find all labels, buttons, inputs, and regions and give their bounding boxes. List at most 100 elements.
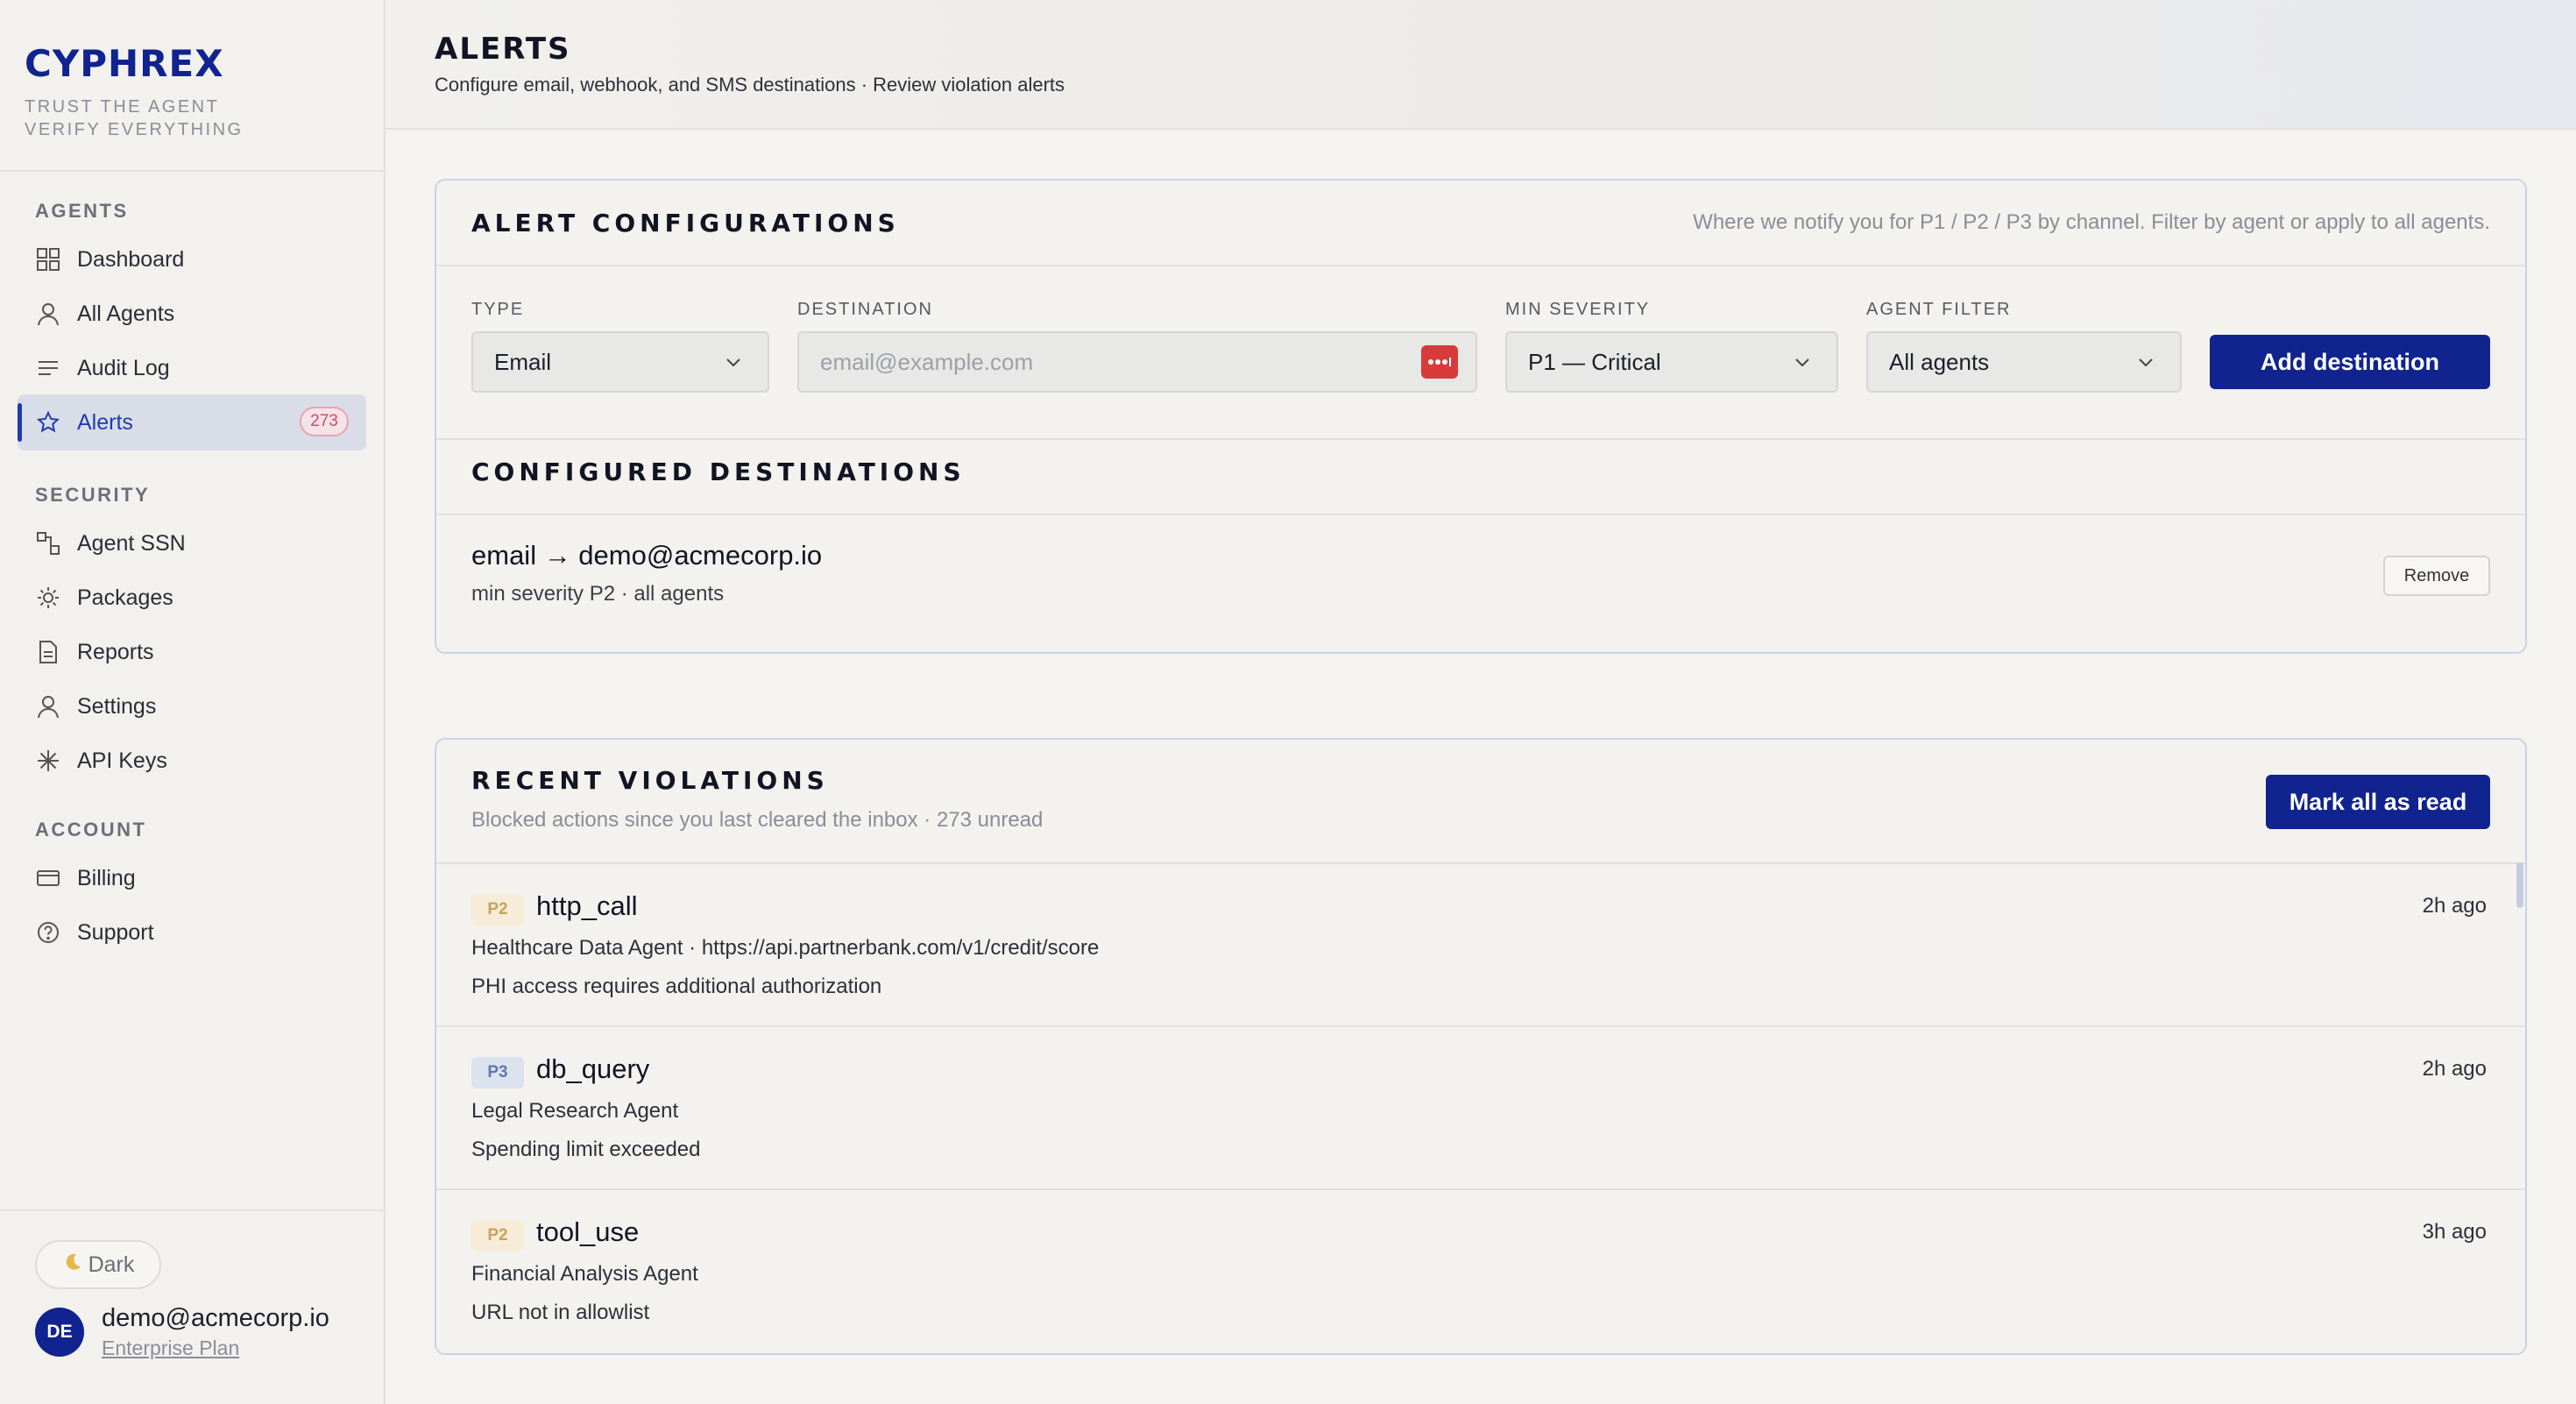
theme-toggle-button[interactable]: Dark: [35, 1240, 161, 1289]
agent-filter-select[interactable]: All agents: [1866, 331, 2182, 393]
violations-card: RECENT VIOLATIONS Blocked actions since …: [435, 738, 2527, 1355]
sidebar-item-support[interactable]: Support: [18, 904, 366, 961]
moon-icon: [62, 1252, 83, 1279]
divider: [0, 170, 384, 172]
violation-row[interactable]: P2 http_call Healthcare Data Agent · htt…: [436, 862, 2525, 1025]
sidebar-item-billing[interactable]: Billing: [18, 850, 366, 906]
violation-action: http_call: [536, 890, 638, 921]
document-icon: [35, 639, 61, 665]
page-subtitle: Configure email, webhook, and SMS destin…: [435, 74, 1065, 96]
person-icon: [35, 301, 61, 327]
violation-reason: URL not in allowlist: [471, 1301, 650, 1324]
sidebar-item-alerts[interactable]: Alerts 273: [18, 394, 366, 450]
sidebar-item-label: Settings: [77, 693, 157, 719]
brand-logo[interactable]: CYPHREX: [25, 42, 244, 85]
person-icon: [35, 693, 61, 720]
list-icon: [35, 355, 61, 381]
severity-badge: P3: [471, 1057, 524, 1088]
violation-action: tool_use: [536, 1216, 640, 1247]
alert-config-card: ALERT CONFIGURATIONS Where we notify you…: [435, 179, 2527, 654]
severity-select-value: P1 — Critical: [1528, 348, 1661, 375]
violation-reason: Spending limit exceeded: [471, 1138, 701, 1161]
violations-title: RECENT VIOLATIONS: [471, 766, 829, 795]
mark-all-read-button[interactable]: Mark all as read: [2266, 775, 2490, 829]
sidebar-item-label: Agent SSN: [77, 530, 186, 556]
chevron-down-icon: [2139, 358, 2153, 367]
sidebar-item-label: All Agents: [77, 301, 175, 326]
violation-reason: PHI access requires additional authoriza…: [471, 975, 882, 998]
violation-action: db_query: [536, 1053, 650, 1084]
violation-time: 2h ago: [2422, 894, 2487, 918]
brand: CYPHREX TRUST THE AGENT VERIFY EVERYTHIN…: [25, 42, 244, 141]
destination-label: DESTINATION: [797, 300, 933, 319]
remove-destination-button[interactable]: Remove: [2383, 556, 2490, 596]
user-email: demo@acmecorp.io: [102, 1304, 329, 1332]
sidebar-item-audit-log[interactable]: Audit Log: [18, 340, 366, 396]
divider: [436, 265, 2525, 266]
sidebar-item-packages[interactable]: Packages: [18, 570, 366, 626]
grid-icon: [35, 246, 61, 273]
violation-time: 2h ago: [2422, 1057, 2487, 1081]
violation-source: Legal Research Agent: [471, 1099, 679, 1123]
avatar[interactable]: DE: [35, 1308, 84, 1357]
sidebar-item-label: Reports: [77, 639, 154, 664]
divider: [436, 514, 2525, 515]
violation-source: Financial Analysis Agent: [471, 1262, 698, 1286]
section-agents: AGENTS: [35, 200, 129, 222]
severity-label: MIN SEVERITY: [1505, 300, 1651, 319]
section-account: ACCOUNT: [35, 819, 147, 840]
type-select[interactable]: Email: [471, 331, 769, 393]
alert-config-hint: Where we notify you for P1 / P2 / P3 by …: [1693, 210, 2490, 234]
sidebar-item-label: Alerts: [77, 409, 133, 435]
chevron-down-icon: [726, 358, 740, 367]
sidebar-item-agent-ssn[interactable]: Agent SSN: [18, 515, 366, 571]
section-security: SECURITY: [35, 484, 151, 506]
add-destination-button[interactable]: Add destination: [2210, 335, 2490, 389]
sidebar-item-reports[interactable]: Reports: [18, 624, 366, 680]
destination-title: email → demo@acmecorp.io: [471, 540, 823, 571]
violation-time: 3h ago: [2422, 1220, 2487, 1244]
agent-filter-value: All agents: [1889, 348, 1990, 375]
page-header: ALERTS Configure email, webhook, and SMS…: [386, 0, 2576, 130]
main-content: ALERTS Configure email, webhook, and SMS…: [386, 0, 2576, 1404]
alerts-count-badge: 273: [300, 407, 349, 436]
severity-badge: P2: [471, 894, 524, 925]
password-manager-icon[interactable]: [1421, 345, 1458, 379]
card-icon: [35, 865, 61, 891]
violation-source: Healthcare Data Agent · https://api.part…: [471, 936, 1100, 960]
violation-row[interactable]: P2 tool_use Financial Analysis Agent URL…: [436, 1188, 2525, 1351]
agent-filter-label: AGENT FILTER: [1866, 300, 2012, 319]
page-title: ALERTS: [435, 32, 571, 67]
scrollbar[interactable]: [2516, 862, 2523, 908]
nodes-icon: [35, 530, 61, 557]
type-label: TYPE: [471, 300, 525, 319]
sidebar-item-label: Support: [77, 919, 154, 945]
sidebar-item-settings[interactable]: Settings: [18, 678, 366, 734]
sun-icon: [35, 585, 61, 611]
divider: [436, 438, 2525, 440]
sidebar-item-label: Packages: [77, 585, 173, 610]
plan-link[interactable]: Enterprise Plan: [102, 1337, 329, 1360]
divider: [0, 1209, 384, 1211]
tagline-line-1: TRUST THE AGENT: [25, 97, 220, 117]
sidebar-item-api-keys[interactable]: API Keys: [18, 733, 366, 789]
sidebar: CYPHREX TRUST THE AGENT VERIFY EVERYTHIN…: [0, 0, 386, 1404]
user-info: demo@acmecorp.io Enterprise Plan: [102, 1304, 329, 1360]
sidebar-item-dashboard[interactable]: Dashboard: [18, 231, 366, 287]
severity-select[interactable]: P1 — Critical: [1505, 331, 1838, 393]
destination-placeholder: email@example.com: [820, 348, 1034, 375]
sidebar-item-all-agents[interactable]: All Agents: [18, 286, 366, 342]
tagline-line-2: VERIFY EVERYTHING: [25, 120, 244, 139]
star-icon: [35, 409, 61, 436]
violations-subtitle: Blocked actions since you last cleared t…: [471, 808, 1044, 832]
help-icon: [35, 919, 61, 946]
configured-destinations-title: CONFIGURED DESTINATIONS: [471, 457, 966, 486]
asterisk-icon: [35, 748, 61, 774]
destination-input[interactable]: email@example.com: [797, 331, 1477, 393]
user-profile[interactable]: DE demo@acmecorp.io Enterprise Plan: [35, 1304, 329, 1360]
chevron-down-icon: [1795, 358, 1809, 367]
brand-tagline: TRUST THE AGENT VERIFY EVERYTHING: [25, 96, 244, 141]
destination-meta: min severity P2 · all agents: [471, 582, 725, 606]
theme-toggle-label: Dark: [88, 1252, 135, 1277]
violation-row[interactable]: P3 db_query Legal Research Agent Spendin…: [436, 1025, 2525, 1188]
